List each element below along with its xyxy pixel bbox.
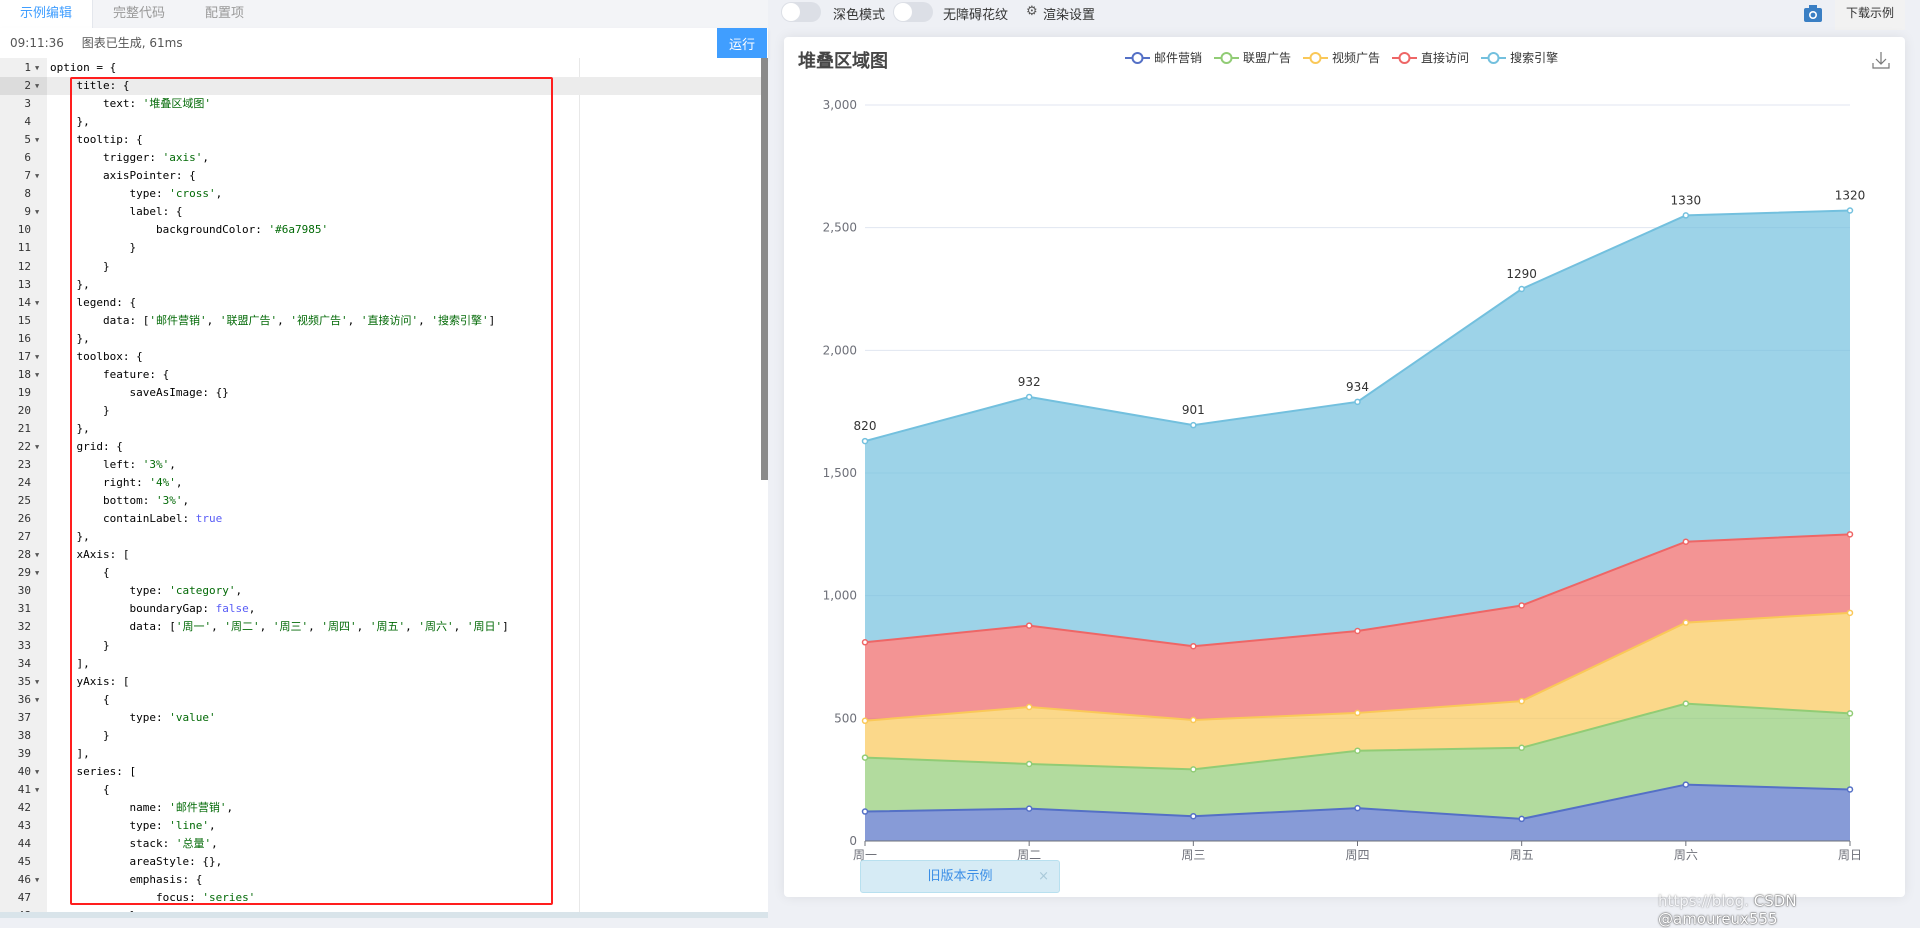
data-point <box>1683 620 1688 625</box>
data-point <box>863 640 868 645</box>
data-point <box>1848 610 1853 615</box>
data-point <box>1683 213 1688 218</box>
data-label: 820 <box>854 419 877 433</box>
data-point <box>1355 806 1360 811</box>
data-point <box>1191 644 1196 649</box>
y-tick-label: 2,500 <box>823 221 857 235</box>
data-point <box>1355 399 1360 404</box>
data-point <box>863 755 868 760</box>
data-point <box>1027 394 1032 399</box>
data-point <box>1027 623 1032 628</box>
data-point <box>1848 532 1853 537</box>
data-label: 932 <box>1018 375 1041 389</box>
x-tick-label: 周三 <box>1181 848 1205 862</box>
data-point <box>1519 816 1524 821</box>
y-tick-label: 2,000 <box>823 343 857 357</box>
data-point <box>1355 710 1360 715</box>
data-point <box>1848 787 1853 792</box>
data-point <box>1519 603 1524 608</box>
data-point <box>1848 208 1853 213</box>
data-point <box>1027 705 1032 710</box>
data-label: 934 <box>1346 380 1369 394</box>
y-tick-label: 500 <box>834 711 857 725</box>
data-point <box>1683 701 1688 706</box>
data-label: 1330 <box>1671 193 1702 207</box>
data-label: 901 <box>1182 403 1205 417</box>
old-version-link[interactable]: 旧版本示例 <box>927 869 992 884</box>
data-point <box>1191 423 1196 428</box>
data-point <box>1519 699 1524 704</box>
data-point <box>1683 539 1688 544</box>
x-tick-label: 周四 <box>1345 848 1369 862</box>
data-point <box>1519 745 1524 750</box>
data-point <box>1519 287 1524 292</box>
data-point <box>863 439 868 444</box>
old-version-notice[interactable]: 旧版本示例 × <box>860 860 1060 893</box>
y-tick-label: 1,000 <box>823 589 857 603</box>
data-point <box>1027 761 1032 766</box>
data-point <box>1355 748 1360 753</box>
data-label: 1320 <box>1835 188 1866 202</box>
data-label: 1290 <box>1506 267 1537 281</box>
y-tick-label: 1,500 <box>823 466 857 480</box>
x-tick-label: 周六 <box>1674 848 1698 862</box>
data-point <box>1191 814 1196 819</box>
watermark: https://blog. CSDN @amoureux555 <box>1658 892 1920 928</box>
data-point <box>1191 767 1196 772</box>
data-point <box>1848 711 1853 716</box>
data-point <box>863 809 868 814</box>
close-icon[interactable]: × <box>1038 861 1049 892</box>
watermark-url: https://blog. <box>1658 892 1749 910</box>
data-point <box>1191 718 1196 723</box>
data-point <box>863 718 868 723</box>
data-point <box>1355 628 1360 633</box>
x-tick-label: 周五 <box>1510 848 1534 862</box>
stacked-area-chart: 0 500 1,000 1,500 2,000 2,500 3,000 820 932 901 93… <box>0 0 1920 918</box>
data-point <box>1683 782 1688 787</box>
data-point <box>1027 806 1032 811</box>
y-tick-label: 0 <box>849 834 857 848</box>
y-tick-label: 3,000 <box>823 98 857 112</box>
x-tick-label: 周日 <box>1838 848 1862 862</box>
